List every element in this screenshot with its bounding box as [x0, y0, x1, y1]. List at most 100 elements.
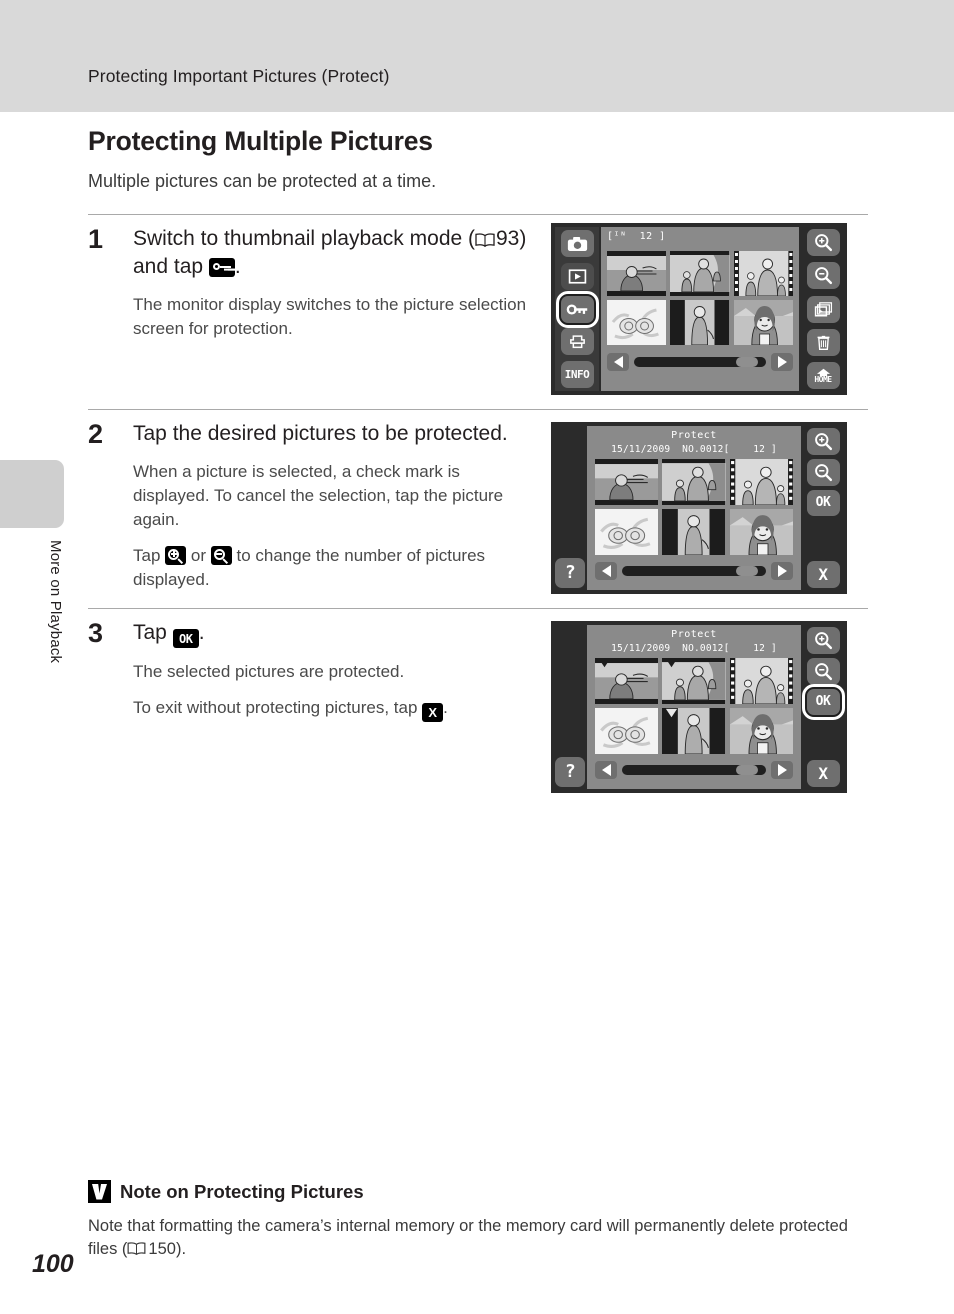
- step-2-heading: Tap the desired pictures to be protected…: [133, 422, 508, 445]
- exit-button-label: X: [818, 763, 828, 783]
- info-button[interactable]: INFO: [560, 361, 594, 388]
- slideshow-button[interactable]: [806, 295, 840, 323]
- help-button-label: ?: [564, 761, 576, 782]
- thumbnail-4[interactable]: [595, 509, 659, 555]
- screen-3-right-toolbar: OK X: [801, 625, 845, 789]
- help-button[interactable]: ?: [555, 558, 585, 588]
- thumbnail-1[interactable]: [595, 658, 659, 704]
- step-3-heading: Tap OK.: [133, 619, 533, 648]
- exit-button[interactable]: X: [806, 561, 840, 588]
- screen-1-counter: [ᴵᴺ 12 ]: [607, 231, 666, 242]
- step-1-figure: INFO [ᴵᴺ 12 ] HOME: [533, 215, 868, 395]
- thumbnail-6[interactable]: [729, 509, 793, 555]
- scroll-track[interactable]: [634, 357, 766, 367]
- step-1: 1 Switch to thumbnail playback mode (93)…: [88, 215, 868, 409]
- thumbnail-3[interactable]: [733, 251, 793, 296]
- screen-3-thumbnail-grid: [595, 658, 793, 754]
- thumbnail-6[interactable]: [733, 300, 793, 345]
- zoom-in-icon: [165, 546, 187, 566]
- thumbnail-2[interactable]: [670, 251, 730, 296]
- playback-mode-button[interactable]: [560, 262, 594, 290]
- scroll-right-button[interactable]: [771, 353, 793, 371]
- help-button[interactable]: ?: [555, 757, 585, 787]
- thumbnail-2[interactable]: [662, 459, 726, 505]
- manual-reference-icon: [127, 1242, 147, 1256]
- info-button-label: INFO: [564, 368, 590, 381]
- zoom-out-button[interactable]: [806, 262, 840, 290]
- screen-3-title: Protect: [671, 629, 717, 640]
- chapter-tab-block: [0, 460, 64, 528]
- step-3-number: 3: [88, 618, 104, 648]
- zoom-in-button[interactable]: [806, 627, 840, 654]
- thumbnail-5[interactable]: [670, 300, 730, 345]
- scroll-knob[interactable]: [736, 566, 758, 576]
- camera-mode-button[interactable]: [560, 230, 594, 257]
- screen-1-right-toolbar: HOME: [802, 227, 844, 391]
- step-2-body-2-b: or: [190, 546, 207, 566]
- running-head: Protecting Important Pictures (Protect): [88, 66, 390, 86]
- note-title: Note on Protecting Pictures: [120, 1180, 364, 1202]
- selected-check-icon: [665, 658, 678, 671]
- step-2-body-2-a: Tap: [133, 546, 161, 566]
- note-manual-page: 150: [148, 1240, 176, 1259]
- scroll-left-button[interactable]: [595, 761, 617, 779]
- manual-reference-icon: [475, 233, 495, 247]
- scroll-knob[interactable]: [736, 765, 758, 775]
- exit-button[interactable]: X: [806, 760, 840, 787]
- scroll-left-button[interactable]: [595, 562, 617, 580]
- home-button[interactable]: HOME: [806, 362, 840, 389]
- screen-1-thumbnail-grid: [607, 251, 793, 345]
- note-text-a: Note that formatting the camera’s intern…: [88, 1217, 848, 1259]
- step-1-heading: Switch to thumbnail playback mode (93) a…: [133, 225, 533, 281]
- screen-3-subline: 15/11/2009 NO.0012[ 12 ]: [611, 643, 777, 654]
- thumbnail-4[interactable]: [607, 300, 667, 345]
- home-button-label: HOME: [814, 374, 832, 384]
- scroll-left-button[interactable]: [607, 353, 629, 371]
- thumbnail-3[interactable]: [729, 658, 793, 704]
- note-text-b: ).: [175, 1240, 187, 1259]
- ok-button-label: OK: [815, 694, 831, 710]
- delete-button[interactable]: [806, 328, 840, 356]
- thumbnail-1[interactable]: [595, 459, 659, 505]
- thumbnail-2[interactable]: [662, 658, 726, 704]
- scroll-track[interactable]: [622, 765, 766, 775]
- scroll-right-button[interactable]: [771, 562, 793, 580]
- zoom-out-button[interactable]: [806, 657, 840, 685]
- camera-monitor-screen-1: INFO [ᴵᴺ 12 ] HOME: [551, 223, 847, 395]
- step-2: 2 Tap the desired pictures to be protect…: [88, 410, 868, 608]
- ok-button-label: OK: [815, 495, 831, 511]
- screen-2-title: Protect: [671, 430, 717, 441]
- step-1-number: 1: [88, 224, 104, 254]
- screen-2-scroll-bar: [595, 562, 793, 580]
- caution-check-icon: [88, 1180, 111, 1203]
- thumbnail-3[interactable]: [729, 459, 793, 505]
- thumbnail-5[interactable]: [662, 509, 726, 555]
- screen-1-left-toolbar: INFO: [555, 227, 599, 391]
- step-2-body-1: When a picture is selected, a check mark…: [133, 461, 504, 530]
- page-content: Protecting Multiple Pictures Multiple pi…: [88, 112, 868, 793]
- thumbnail-1[interactable]: [607, 251, 667, 296]
- thumbnail-5[interactable]: [662, 708, 726, 754]
- zoom-in-button[interactable]: [806, 229, 840, 256]
- note-body: Note that formatting the camera’s intern…: [88, 1215, 868, 1262]
- section-intro: Multiple pictures can be protected at a …: [88, 171, 437, 191]
- zoom-in-button[interactable]: [806, 428, 840, 455]
- page-number: 100: [32, 1250, 74, 1278]
- scroll-track[interactable]: [622, 566, 766, 576]
- step-3-heading-b: .: [198, 621, 205, 644]
- thumbnail-6[interactable]: [729, 708, 793, 754]
- protect-button[interactable]: [555, 290, 599, 328]
- ok-button[interactable]: OK: [806, 489, 840, 517]
- camera-monitor-screen-3: Protect 15/11/2009 NO.0012[ 12 ] ? OK X: [551, 621, 847, 793]
- protect-key-icon: [208, 257, 235, 277]
- ok-button[interactable]: OK: [801, 683, 845, 721]
- step-3-figure: Protect 15/11/2009 NO.0012[ 12 ] ? OK X: [533, 609, 868, 793]
- zoom-out-button[interactable]: [806, 458, 840, 486]
- screen-2-right-toolbar: OK X: [802, 426, 844, 590]
- scroll-knob[interactable]: [736, 357, 758, 367]
- thumbnail-4[interactable]: [595, 708, 659, 754]
- step-1-heading-text-a: Switch to thumbnail playback mode (: [133, 227, 475, 250]
- print-order-button[interactable]: [560, 328, 594, 356]
- page-title: Protecting Multiple Pictures: [88, 126, 433, 156]
- scroll-right-button[interactable]: [771, 761, 793, 779]
